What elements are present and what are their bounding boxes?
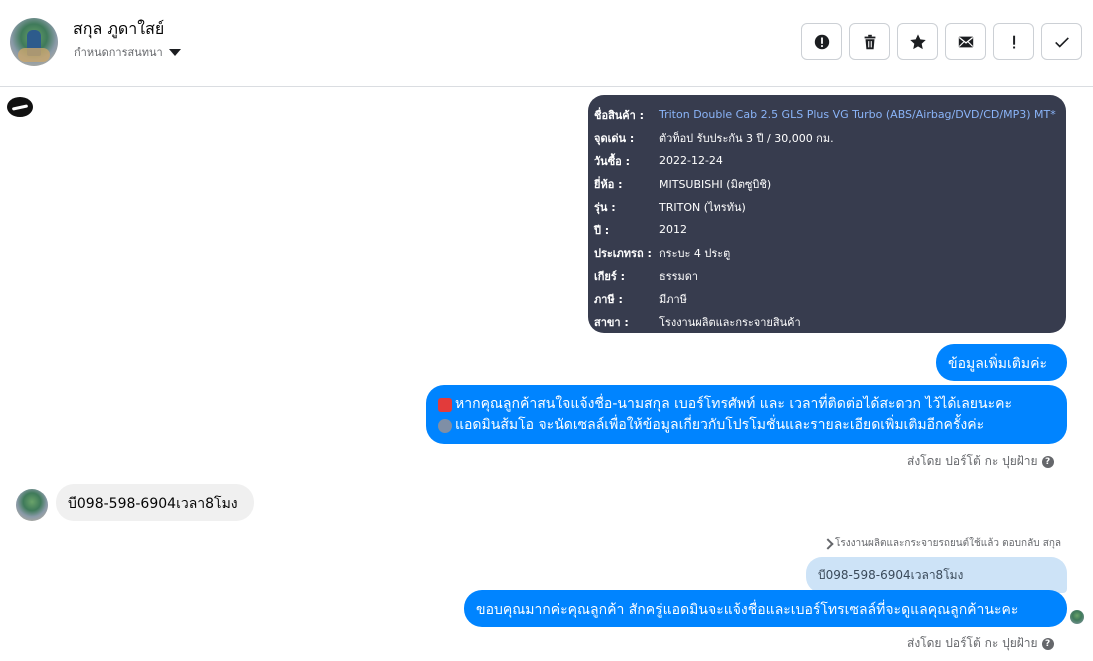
message-bubble-outgoing[interactable]: หากคุณลูกค้าสนใจแจ้งชื่อ-นามสกุล เบอร์โท… [426,385,1067,444]
product-name-link[interactable]: Triton Double Cab 2.5 GLS Plus VG Turbo … [659,108,1056,121]
siren-icon [438,397,452,412]
product-field-label: วันซื้อ : [594,154,630,168]
sent-by-label: ส่งโดย ปอร์โต้ กะ ปุยฝ้าย ? [907,452,1054,471]
contact-avatar[interactable] [10,18,58,66]
message-text: หากคุณลูกค้าสนใจแจ้งชื่อ-นามสกุล เบอร์โท… [455,396,1012,412]
contact-avatar-small[interactable] [16,489,48,521]
conversation-header: สกุล ภูดาใสย์ กำหนดการสนทนา [0,0,1093,87]
product-field-label: ชื่อสินค้า : [594,108,645,122]
product-field-value: ตัวท็อป รับประกัน 3 ปี / 30,000 กม. [659,131,834,145]
product-card-row: ประเภทรถ : กระบะ 4 ประตู [594,241,1060,264]
reply-arrow-icon [822,537,834,550]
people-icon [438,418,452,433]
product-field-value: MITSUBISHI (มิตซูบิชิ) [659,177,772,191]
product-card-row: เกียร์ : ธรรมดา [594,264,1060,287]
mail-icon [958,36,973,47]
star-icon [909,33,926,49]
schedule-label: กำหนดการสนทนา [74,46,163,59]
product-field-value: กระบะ 4 ประตู [659,246,731,260]
done-button[interactable] [1041,23,1082,60]
product-field-label: ประเภทรถ : [594,246,652,260]
message-bubble-outgoing[interactable]: ขอบคุณมากค่ะคุณลูกค้า สักครู่แอดมินจะแจ้… [464,590,1067,627]
product-card-row: สาขา : โรงงานผลิตและกระจายสินค้า [594,310,1060,333]
sent-by-label: ส่งโดย ปอร์โต้ กะ ปุยฝ้าย ? [907,634,1054,653]
product-card-row: รุ่น : TRITON (ไทรทัน) [594,195,1060,218]
logo-mark [11,103,29,111]
read-receipt-avatar [1070,610,1084,624]
message-bubble-outgoing[interactable]: ข้อมูลเพิ่มเติมค่ะ [936,344,1067,381]
product-card-row: จุดเด่น : ตัวท็อป รับประกัน 3 ปี / 30,000… [594,126,1060,149]
check-icon [1054,36,1069,48]
product-card-row: ชื่อสินค้า : Triton Double Cab 2.5 GLS Pl… [594,103,1060,126]
mark-unread-button[interactable] [945,23,986,60]
conversation-schedule-dropdown[interactable]: กำหนดการสนทนา [74,43,181,61]
reply-note: โรงงานผลิตและกระจายรถยนต์ใช้แล้ว ตอบกลับ… [822,536,1062,551]
help-icon[interactable]: ? [1041,637,1054,650]
product-card-row: วันซื้อ : 2022-12-24 [594,149,1060,172]
delete-button[interactable] [849,23,890,60]
product-field-label: ปี : [594,223,610,237]
product-field-label: เกียร์ : [594,269,626,283]
reply-note-text: โรงงานผลิตและกระจายรถยนต์ใช้แล้ว ตอบกลับ… [835,538,1062,549]
spam-button[interactable] [993,23,1034,60]
page-logo [7,97,33,117]
contact-name[interactable]: สกุล ภูดาใสย์ [73,17,164,42]
help-icon[interactable]: ? [1041,455,1054,468]
alert-circle-icon [814,34,829,49]
product-field-value: ธรรมดา [659,269,699,283]
product-card: ชื่อสินค้า : Triton Double Cab 2.5 GLS Pl… [588,95,1066,333]
product-field-label: ยี่ห้อ : [594,177,623,191]
message-line: หากคุณลูกค้าสนใจแจ้งชื่อ-นามสกุล เบอร์โท… [438,394,1055,415]
chevron-down-icon [168,49,181,56]
alert-button[interactable] [801,23,842,60]
product-field-label: จุดเด่น : [594,131,635,145]
exclamation-icon [1012,35,1015,48]
product-field-value: โรงงานผลิตและกระจายสินค้า [659,315,801,329]
message-text: แอดมินส้มโอ จะนัดเซลล์เพื่อให้ข้อมูลเกี่… [455,417,985,433]
avatar-background [18,48,50,62]
product-card-row: ปี : 2012 [594,218,1060,241]
product-field-label: สาขา : [594,315,629,329]
quoted-message[interactable]: บี098-598-6904เวลา8โมง [806,557,1067,593]
message-bubble-incoming[interactable]: บี098-598-6904เวลา8โมง [56,484,254,521]
product-field-label: ภาษี : [594,292,623,306]
product-field-value: TRITON (ไทรทัน) [659,200,746,214]
product-field-value: 2012 [659,223,687,236]
sent-by-text: ส่งโดย ปอร์โต้ กะ ปุยฝ้าย [907,454,1038,468]
header-actions [801,23,1082,60]
product-card-row: ภาษี : มีภาษี [594,287,1060,310]
product-field-label: รุ่น : [594,200,616,214]
star-button[interactable] [897,23,938,60]
product-field-value: มีภาษี [659,292,687,306]
product-field-value: 2022-12-24 [659,154,723,167]
message-line: แอดมินส้มโอ จะนัดเซลล์เพื่อให้ข้อมูลเกี่… [438,415,1055,436]
product-card-row: ยี่ห้อ : MITSUBISHI (มิตซูบิชิ) [594,172,1060,195]
trash-icon [864,34,875,49]
sent-by-text: ส่งโดย ปอร์โต้ กะ ปุยฝ้าย [907,636,1038,650]
